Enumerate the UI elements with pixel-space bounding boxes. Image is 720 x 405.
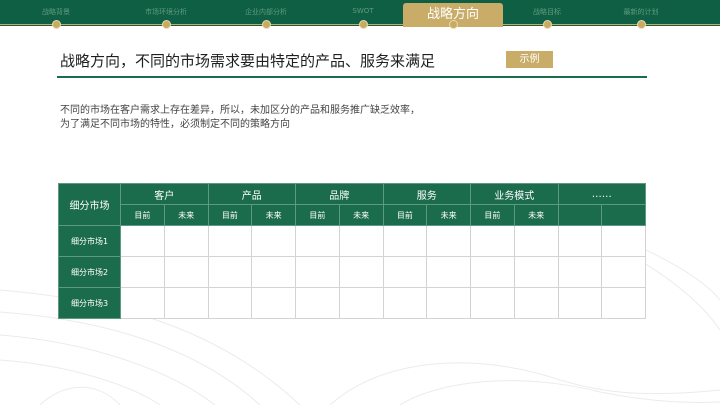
column-group-more: ……	[557, 183, 646, 205]
table-cell[interactable]	[470, 287, 515, 319]
table-cell[interactable]	[120, 256, 165, 288]
column-group-customer: 客户	[120, 183, 209, 205]
segment-strategy-table: 细分市场 客户 产品 品牌 服务 业务模式 …… 目前 未来 目前 未来 目前 …	[58, 183, 646, 319]
table-cell[interactable]	[251, 225, 296, 257]
column-current: 目前	[382, 204, 428, 226]
example-badge: 示例	[506, 51, 553, 68]
table-row: 细分市场1	[58, 225, 646, 257]
table-cell[interactable]	[295, 256, 340, 288]
description: 不同的市场在客户需求上存在差异，所以，未加区分的产品和服务推广缺乏效率， 为了满…	[60, 104, 520, 132]
nav-dot	[636, 20, 646, 29]
table-cell[interactable]	[338, 256, 384, 288]
table-cell[interactable]	[207, 256, 253, 288]
table-cell[interactable]	[601, 287, 646, 319]
column-future: 未来	[251, 204, 296, 226]
row-label-segment-1: 细分市场1	[58, 225, 121, 257]
table-corner-header: 细分市场	[58, 183, 121, 226]
table-cell[interactable]	[426, 256, 471, 288]
column-current: 目前	[470, 204, 515, 226]
table-cell[interactable]	[426, 225, 471, 257]
table-row: 细分市场3	[58, 287, 646, 319]
nav-item-strategy-background[interactable]: 战略背景	[13, 7, 99, 19]
nav-item-latest-plan[interactable]: 最新的计划	[598, 7, 684, 19]
table-cell[interactable]	[557, 225, 603, 257]
table-cell[interactable]	[382, 287, 428, 319]
column-blank	[557, 204, 603, 226]
column-group-brand: 品牌	[295, 183, 384, 205]
table-cell[interactable]	[295, 287, 340, 319]
nav-item-strategy-goals[interactable]: 战略目标	[504, 7, 590, 19]
table-cell[interactable]	[207, 225, 253, 257]
column-future: 未来	[426, 204, 471, 226]
column-current: 目前	[207, 204, 253, 226]
table-cell[interactable]	[513, 287, 559, 319]
nav-item-market-analysis[interactable]: 市场环境分析	[123, 7, 209, 19]
table-cell[interactable]	[557, 256, 603, 288]
column-current: 目前	[120, 204, 165, 226]
table-cell[interactable]	[338, 225, 384, 257]
row-label-segment-3: 细分市场3	[58, 287, 121, 319]
nav-dot-active	[448, 20, 458, 29]
nav-item-internal-analysis[interactable]: 企业内部分析	[223, 7, 309, 19]
table-cell[interactable]	[382, 225, 428, 257]
table-cell[interactable]	[120, 225, 165, 257]
table-cell[interactable]	[163, 256, 209, 288]
table-cell[interactable]	[601, 225, 646, 257]
table-cell[interactable]	[601, 256, 646, 288]
table-cell[interactable]	[513, 256, 559, 288]
table-cell[interactable]	[382, 256, 428, 288]
table-cell[interactable]	[120, 287, 165, 319]
table-cell[interactable]	[513, 225, 559, 257]
nav-dot	[161, 20, 171, 29]
table-cell[interactable]	[557, 287, 603, 319]
top-navigation-bar: 战略背景 市场环境分析 企业内部分析 SWOT 战略方向 战略目标 最新的计划	[0, 0, 720, 29]
column-future: 未来	[338, 204, 384, 226]
column-future: 未来	[513, 204, 559, 226]
description-line-2: 为了满足不同市场的特性，必须制定不同的策略方向	[60, 119, 290, 130]
nav-item-swot[interactable]: SWOT	[320, 7, 406, 19]
table-cell[interactable]	[470, 256, 515, 288]
nav-dot	[358, 20, 368, 29]
column-blank	[601, 204, 646, 226]
column-group-service: 服务	[382, 183, 471, 205]
column-future: 未来	[163, 204, 209, 226]
table-cell[interactable]	[251, 256, 296, 288]
table-row: 细分市场2	[58, 256, 646, 288]
table-cell[interactable]	[338, 287, 384, 319]
table-cell[interactable]	[251, 287, 296, 319]
nav-dot	[542, 20, 552, 29]
description-line-1: 不同的市场在客户需求上存在差异，所以，未加区分的产品和服务推广缺乏效率，	[60, 105, 420, 116]
table-cell[interactable]	[470, 225, 515, 257]
table-cell[interactable]	[426, 287, 471, 319]
title-divider	[57, 76, 647, 78]
nav-dot	[261, 20, 271, 29]
page-title: 战略方向，不同的市场需求要由特定的产品、服务来满足	[60, 52, 436, 70]
table-cell[interactable]	[163, 225, 209, 257]
nav-dot	[51, 20, 61, 29]
column-group-business-model: 业务模式	[470, 183, 559, 205]
table-cell[interactable]	[207, 287, 253, 319]
column-group-product: 产品	[207, 183, 296, 205]
row-label-segment-2: 细分市场2	[58, 256, 121, 288]
table-cell[interactable]	[163, 287, 209, 319]
table-cell[interactable]	[295, 225, 340, 257]
column-current: 目前	[295, 204, 340, 226]
